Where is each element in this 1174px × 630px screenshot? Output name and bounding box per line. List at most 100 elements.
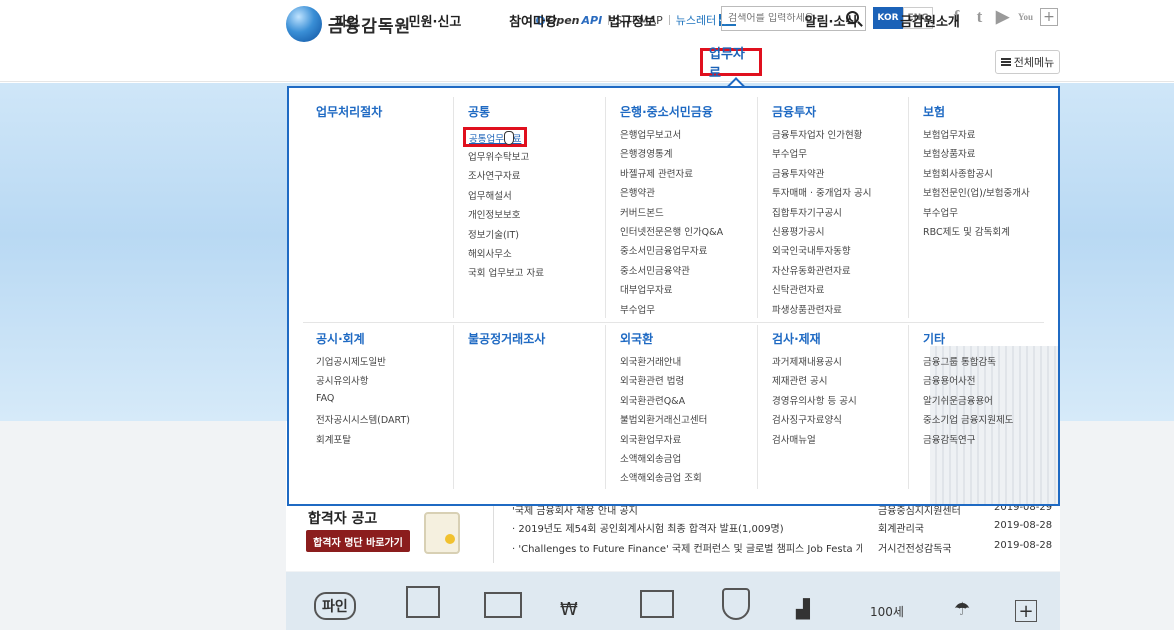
bank-icon[interactable] [484, 592, 522, 618]
menu-item[interactable]: 외국환관련Q&A [620, 393, 707, 412]
menu-item[interactable]: 소액해외송금업 [620, 451, 707, 470]
newsletter-link[interactable]: 뉴스레터 [676, 12, 716, 28]
menu-item[interactable]: 검사징구자료양식 [772, 412, 857, 431]
menu-item[interactable]: 부수업무 [923, 205, 1030, 224]
menu-item[interactable]: 금융투자약관 [772, 166, 871, 185]
menu-item[interactable]: 국회 업무보고 자료 [468, 265, 544, 284]
centenarian-icon[interactable]: 100세 [870, 584, 910, 620]
column-divider [605, 325, 606, 489]
menu-item[interactable]: 은행경영통계 [620, 146, 723, 165]
section-title[interactable]: 업무처리절차 [316, 103, 382, 121]
menu-item[interactable]: 바젤규제 관련자료 [620, 166, 723, 185]
menu-item[interactable]: 자산유동화관련자료 [772, 263, 871, 282]
menu-item[interactable]: 대부업무자료 [620, 282, 723, 301]
news-title[interactable]: · 'Challenges to Future Finance' 국제 컨퍼런스… [512, 540, 862, 555]
nav-news[interactable]: 알림·소식 [801, 6, 861, 34]
menu-item[interactable]: 금융그룹 통합감독 [923, 354, 1013, 373]
column-divider [757, 97, 758, 318]
menu-item[interactable]: 중소기업 금융지원제도 [923, 412, 1013, 431]
menu-item[interactable]: 해외사무소 [468, 246, 544, 265]
nav-fine[interactable]: 파인 [325, 6, 369, 34]
menu-item[interactable]: 알기쉬운금융용어 [923, 393, 1013, 412]
won-hand-icon[interactable]: ₩ [560, 584, 600, 620]
menu-item[interactable]: 제재관련 공시 [772, 373, 857, 392]
complaint-icon[interactable] [406, 586, 440, 618]
section-title[interactable]: 불공정거래조사 [468, 330, 545, 348]
nav-business-data[interactable]: 업무자료 [700, 47, 762, 81]
menu-item[interactable]: 커버드본드 [620, 205, 723, 224]
news-title[interactable]: · 2019년도 제54회 공인회계사시험 최종 합격자 발표(1,009명) [512, 520, 862, 535]
menu-item[interactable]: 전자공시시스템(DART) [316, 412, 410, 431]
menu-item[interactable]: 업무해설서 [468, 188, 544, 207]
menu-item[interactable]: 정보기술(IT) [468, 227, 544, 246]
pass-list-button[interactable]: 합격자 명단 바로가기 [306, 530, 410, 552]
twitter-icon[interactable]: t [971, 7, 988, 27]
shield-icon[interactable] [722, 588, 750, 620]
menu-item[interactable]: 중소서민금융업무자료 [620, 243, 723, 262]
menu-item-common-data[interactable]: 공통업무자료 [463, 127, 528, 147]
menu-item[interactable]: 불법외환거래신고센터 [620, 412, 707, 431]
menu-item[interactable]: 기업공시제도일반 [316, 354, 410, 373]
menu-item[interactable]: 보험전문인(업)/보험중개사 [923, 185, 1030, 204]
menu-item[interactable]: 부수업무 [620, 302, 723, 321]
nav-about[interactable]: 금감원소개 [896, 6, 964, 34]
section-title[interactable]: 공시·회계 [316, 330, 410, 348]
social-links: f t ▶ You + [948, 7, 1058, 27]
menu-item[interactable]: 검사매뉴얼 [772, 432, 857, 451]
menu-item[interactable]: 신탁관련자료 [772, 282, 871, 301]
menu-item[interactable]: 중소서민금융약관 [620, 263, 723, 282]
menu-item[interactable]: RBC제도 및 감독회계 [923, 224, 1030, 243]
quick-more-button[interactable]: + [1015, 600, 1037, 622]
menu-section-process: 업무처리절차 [316, 103, 382, 121]
menu-item[interactable]: 집합투자기구공시 [772, 205, 871, 224]
menu-item[interactable]: FAQ [316, 393, 410, 412]
menu-item[interactable]: 외국인국내투자동향 [772, 243, 871, 262]
news-row[interactable]: · 2019년도 제54회 공인회계사시험 최종 합격자 발표(1,009명) … [512, 520, 1052, 538]
menu-item[interactable]: 외국환거래안내 [620, 354, 707, 373]
youtube-icon[interactable]: You [1017, 7, 1034, 27]
nav-law-info[interactable]: 법규정보 [604, 6, 660, 34]
menu-item[interactable]: 신용평가공시 [772, 224, 871, 243]
blog-icon[interactable]: ▶ [994, 7, 1011, 27]
nav-participation[interactable]: 참여마당 [505, 6, 561, 34]
menu-item[interactable]: 보험회사종합공시 [923, 166, 1030, 185]
menu-item[interactable]: 부수업무 [772, 146, 871, 165]
menu-item[interactable]: 금융투자업자 인가현황 [772, 127, 871, 146]
menu-item[interactable]: 은행약관 [620, 185, 723, 204]
menu-item[interactable]: 경영유의사항 등 공시 [772, 393, 857, 412]
news-row[interactable]: · 'Challenges to Future Finance' 국제 컨퍼런스… [512, 540, 1052, 558]
menu-item[interactable]: 파생상품관련자료 [772, 302, 871, 321]
menu-item[interactable]: 공시유의사항 [316, 373, 410, 392]
section-title[interactable]: 검사·제재 [772, 330, 857, 348]
menu-item[interactable]: 금융감독연구 [923, 432, 1013, 451]
monitor-chart-icon[interactable] [640, 590, 674, 618]
section-title[interactable]: 은행·중소서민금융 [620, 103, 723, 121]
menu-item[interactable]: 과거제재내용공시 [772, 354, 857, 373]
more-social-button[interactable]: + [1040, 8, 1058, 26]
menu-item[interactable]: 개인정보보호 [468, 207, 544, 226]
quick-fine[interactable]: 파인 [314, 584, 380, 620]
menu-item[interactable]: 외국환관련 법령 [620, 373, 707, 392]
menu-item[interactable]: 조사연구자료 [468, 168, 544, 187]
menu-item[interactable]: 은행업무보고서 [620, 127, 723, 146]
menu-item[interactable]: 외국환업무자료 [620, 432, 707, 451]
section-title[interactable]: 공통 [468, 103, 544, 121]
menu-item[interactable]: 금융용어사전 [923, 373, 1013, 392]
menu-item[interactable]: 보험상품자료 [923, 146, 1030, 165]
news-dept: 회계관리국 [878, 524, 924, 535]
menu-item[interactable]: 인터넷전문은행 인가Q&A [620, 224, 723, 243]
section-title[interactable]: 보험 [923, 103, 1030, 121]
menu-item[interactable]: 투자매매 · 중개업자 공시 [772, 185, 871, 204]
menu-item[interactable]: 회계포탈 [316, 432, 410, 451]
menu-item[interactable]: 소액해외송금업 조회 [620, 470, 707, 489]
umbrella-building-icon[interactable]: ☂ [954, 584, 994, 620]
bar-chart-icon[interactable]: ▟ [796, 584, 836, 620]
nav-complaint[interactable]: 민원·신고 [404, 6, 466, 34]
menu-item[interactable]: 업무위수탁보고 [468, 149, 544, 168]
hamburger-icon [1000, 58, 1011, 66]
menu-item[interactable]: 보험업무자료 [923, 127, 1030, 146]
section-title[interactable]: 기타 [923, 330, 1013, 348]
section-title[interactable]: 금융투자 [772, 103, 871, 121]
all-menu-button[interactable]: 전체메뉴 [995, 50, 1060, 74]
section-title[interactable]: 외국환 [620, 330, 707, 348]
